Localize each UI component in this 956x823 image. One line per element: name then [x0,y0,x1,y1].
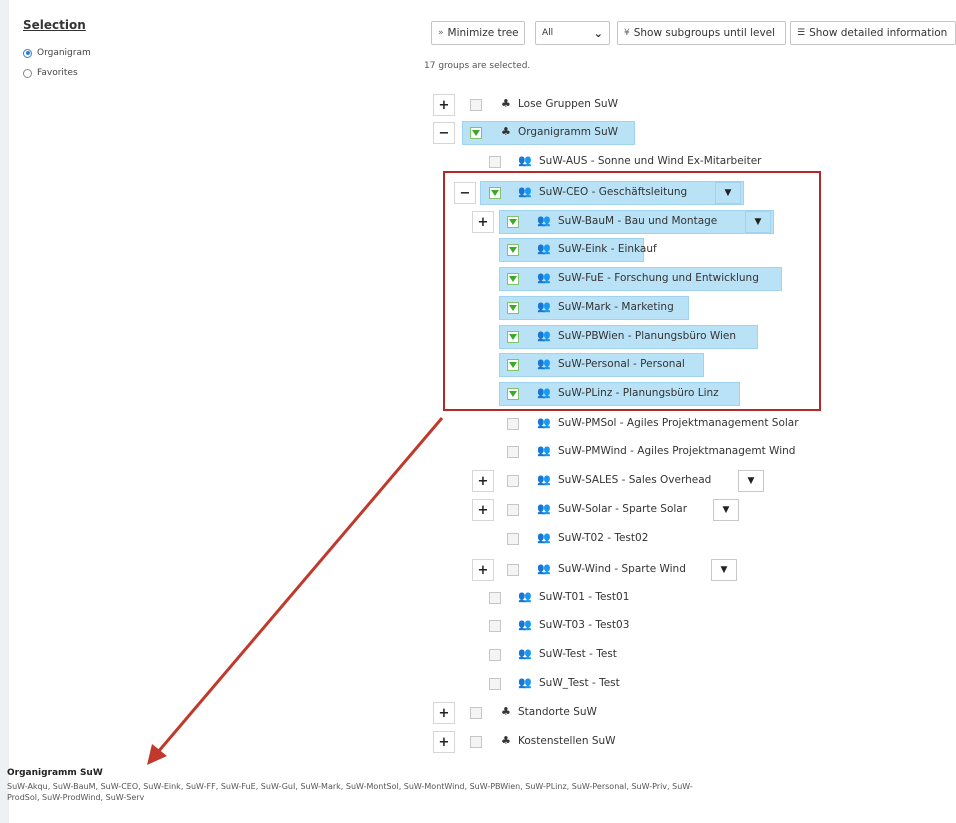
users-icon: 👥 [518,185,532,198]
checkbox[interactable] [489,678,501,690]
users-icon: 👥 [518,676,532,689]
checkbox[interactable] [470,707,482,719]
caret-down-icon[interactable]: ▼ [738,470,764,492]
checkbox[interactable] [470,99,482,111]
checkbox[interactable] [507,504,519,516]
checkbox-checked[interactable] [507,302,519,314]
users-icon: 👥 [537,300,551,313]
radio-icon [23,48,32,58]
checkbox[interactable] [507,446,519,458]
users-icon: 👥 [518,154,532,167]
checkbox[interactable] [470,736,482,748]
collapse-button[interactable]: − [454,182,476,204]
checkbox[interactable] [507,564,519,576]
users-icon: 👥 [537,214,551,227]
filter-select[interactable]: All ⌄ [535,21,610,45]
expand-button[interactable]: + [433,702,455,724]
users-icon: 👥 [537,271,551,284]
radio-organigram[interactable]: Organigram [23,48,91,58]
checkbox[interactable] [507,418,519,430]
checkbox-checked[interactable] [507,331,519,343]
checkbox[interactable] [507,533,519,545]
expand-button[interactable]: + [433,94,455,116]
checkbox-checked[interactable] [507,244,519,256]
chevron-down-icon: ⌄ [593,26,603,40]
collapse-button[interactable]: − [433,122,455,144]
caret-down-icon[interactable]: ▼ [711,559,737,581]
users-icon: 👥 [537,562,551,575]
show-subgroups-button[interactable]: ¥ Show subgroups until level [617,21,786,45]
checkbox[interactable] [489,620,501,632]
users-icon: 👥 [537,473,551,486]
checkbox-checked[interactable] [489,187,501,199]
expand-button[interactable]: + [472,211,494,233]
users-icon: 👥 [518,618,532,631]
checkbox[interactable] [489,156,501,168]
radio-label: Favorites [37,68,78,78]
sitemap-icon: ♣ [501,705,511,718]
users-icon: 👥 [518,590,532,603]
expand-button[interactable]: + [472,499,494,521]
caret-down-icon[interactable]: ▼ [745,211,771,233]
radio-favorites[interactable]: Favorites [23,68,78,78]
show-detailed-button[interactable]: ☰ Show detailed information [790,21,956,45]
expand-button[interactable]: + [472,470,494,492]
sitemap-icon: ♣ [501,97,511,110]
users-icon: 👥 [537,386,551,399]
users-icon: 👥 [537,416,551,429]
sitemap-icon: ♣ [501,734,511,747]
double-chevron-down-icon: ¥ [624,28,630,38]
users-icon: 👥 [537,357,551,370]
checkbox-checked[interactable] [507,216,519,228]
selection-title: Selection [23,18,86,32]
radio-label: Organigram [37,48,91,58]
list-icon: ☰ [797,28,806,38]
checkbox-checked[interactable] [470,127,482,139]
selected-count: 17 groups are selected. [424,61,531,71]
checkbox-checked[interactable] [507,273,519,285]
sitemap-icon: ♣ [501,125,511,138]
users-icon: 👥 [537,502,551,515]
users-icon: 👥 [537,242,551,255]
minimize-tree-button[interactable]: » Minimize tree [431,21,525,45]
checkbox-checked[interactable] [507,359,519,371]
users-icon: 👥 [537,444,551,457]
users-icon: 👥 [518,647,532,660]
checkbox[interactable] [489,649,501,661]
checkbox[interactable] [507,475,519,487]
expand-button[interactable]: + [433,731,455,753]
users-icon: 👥 [537,531,551,544]
checkbox-checked[interactable] [507,388,519,400]
users-icon: 👥 [537,329,551,342]
footer-title: Organigramm SuW [7,768,103,778]
caret-down-icon[interactable]: ▼ [715,182,741,204]
double-chevron-icon: » [438,28,444,38]
radio-icon [23,68,32,78]
expand-button[interactable]: + [472,559,494,581]
checkbox[interactable] [489,592,501,604]
footer-group-list: SuW-Akqu, SuW-BauM, SuW-CEO, SuW-Eink, S… [7,782,693,802]
left-panel-edge [0,0,9,823]
caret-down-icon[interactable]: ▼ [713,499,739,521]
